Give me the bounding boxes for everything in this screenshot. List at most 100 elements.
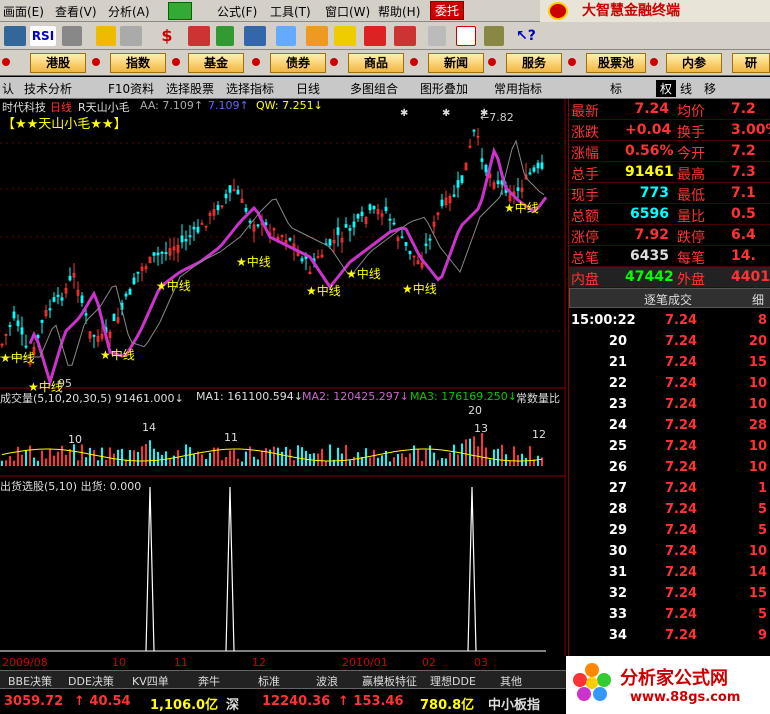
btab-kv[interactable]: KV四单 (132, 673, 169, 689)
signal-icon[interactable] (188, 26, 210, 46)
tick-row[interactable]: 25 7.24 10 (569, 436, 770, 457)
pin-icon[interactable] (276, 26, 296, 46)
nav-service[interactable]: 服务 (506, 53, 562, 73)
binocular-icon[interactable] (244, 26, 266, 46)
quote-value-right: 3.00% (731, 122, 770, 138)
time-label: 11 (174, 656, 188, 669)
tick-row[interactable]: 23 7.24 10 (569, 394, 770, 415)
tab-overlay[interactable]: 图形叠加 (420, 80, 468, 97)
volume-bar (381, 455, 383, 466)
volume-bar (393, 457, 395, 466)
tick-row[interactable]: 15:00:22 7.24 8 (569, 310, 770, 331)
nav-fund[interactable]: 基金 (188, 53, 244, 73)
volume-bar (437, 460, 439, 466)
candle-body (404, 242, 408, 246)
menu-window[interactable]: 窗口(W) (325, 3, 370, 20)
btab-bull[interactable]: 奔牛 (198, 673, 220, 689)
btab-standard[interactable]: 标准 (258, 673, 280, 689)
candle-body (300, 258, 304, 262)
monitor-icon[interactable] (4, 26, 26, 46)
tab-f10[interactable]: F10资料 (108, 80, 154, 97)
tab-mark[interactable]: 标 (610, 80, 622, 97)
tick-row[interactable]: 28 7.24 5 (569, 499, 770, 520)
flag-icon[interactable] (306, 26, 328, 46)
grid-icon[interactable] (62, 26, 82, 46)
sh-index-value: 3059.72 (4, 694, 64, 709)
tab-select-indicator[interactable]: 选择指标 (226, 80, 274, 97)
tick-row[interactable]: 20 7.24 20 (569, 331, 770, 352)
btab-wave[interactable]: 波浪 (316, 673, 338, 689)
chart-area[interactable]: ✱ ✱ ✱ 时代科技 日线 R天山小毛 AA: 7.109↑ 7.109↑ QW: … (0, 99, 566, 656)
peak-price-label: ←7.82 (480, 111, 514, 124)
aa-value: AA: 7.109↑ (140, 99, 204, 112)
menu-analysis[interactable]: 分析(A) (108, 3, 150, 20)
btab-ideal-dde[interactable]: 理想DDE (430, 673, 476, 689)
vol-mark: 10 (68, 433, 82, 446)
books-icon[interactable] (484, 26, 504, 46)
tick-row[interactable]: 30 7.24 10 (569, 541, 770, 562)
tick-row[interactable]: 26 7.24 10 (569, 457, 770, 478)
nav-news[interactable]: 新闻 (428, 53, 484, 73)
tab-line[interactable]: 线 (680, 80, 692, 97)
ruler-icon[interactable] (120, 26, 142, 46)
nav-research[interactable]: 研 (732, 53, 770, 73)
crosshair-icon[interactable] (96, 26, 116, 46)
tick-row[interactable]: 27 7.24 1 (569, 478, 770, 499)
car-icon[interactable] (394, 26, 416, 46)
nav-hk[interactable]: 港股 (30, 53, 86, 73)
nav-index[interactable]: 指数 (110, 53, 166, 73)
btab-bbe[interactable]: BBE决策 (8, 673, 52, 689)
tick-row[interactable]: 34 7.24 9 (569, 625, 770, 646)
diamond-icon[interactable] (334, 26, 356, 46)
window-icon[interactable] (456, 26, 476, 46)
tick-row[interactable]: 29 7.24 5 (569, 520, 770, 541)
tick-volume: 10 (748, 544, 767, 559)
menu-view[interactable]: 查看(V) (55, 3, 97, 20)
quote-value-right: 14. (731, 248, 756, 264)
tick-row[interactable]: 31 7.24 14 (569, 562, 770, 583)
signal-star-icon: ★中线 (156, 279, 191, 293)
menu-screen[interactable]: 画面(E) (3, 3, 44, 20)
rsi-button[interactable]: RSI (30, 26, 56, 46)
tab-rights[interactable]: 权 (656, 80, 677, 97)
tick-row[interactable]: 21 7.24 15 (569, 352, 770, 373)
tick-row[interactable]: 32 7.24 15 (569, 583, 770, 604)
volume-bar (485, 447, 487, 466)
volume-bar (13, 460, 15, 466)
bars-icon[interactable] (216, 26, 234, 46)
menu-formula[interactable]: 公式(F) (217, 3, 257, 20)
tick-volume: 15 (748, 586, 767, 601)
menu-help[interactable]: 帮助(H) (378, 3, 420, 20)
btab-other[interactable]: 其他 (500, 673, 522, 689)
tab-common-indicators[interactable]: 常用指标 (494, 80, 542, 97)
volume-bar (481, 433, 483, 466)
nav-stock-pool[interactable]: 股票池 (586, 53, 646, 73)
nav-insider[interactable]: 内参 (666, 53, 722, 73)
tab-technical[interactable]: 技术分析 (24, 80, 72, 97)
nav-commodity[interactable]: 商品 (348, 53, 404, 73)
tick-detail-tab[interactable]: 细 (752, 291, 764, 308)
tick-header[interactable]: 逐笔成交 细 (569, 288, 770, 308)
weituo-button[interactable]: 委托 (430, 1, 464, 20)
tab-confirm[interactable]: 认 (2, 80, 14, 97)
tab-select-stock[interactable]: 选择股票 (166, 80, 214, 97)
quote-label: 涨跌 (571, 125, 599, 141)
btab-dde[interactable]: DDE决策 (68, 673, 114, 689)
candle-body (216, 204, 220, 211)
tick-row[interactable]: 22 7.24 10 (569, 373, 770, 394)
btab-template[interactable]: 赢模板特征 (362, 673, 417, 689)
tab-multi-chart[interactable]: 多图组合 (350, 80, 398, 97)
tick-row[interactable]: 24 7.24 28 (569, 415, 770, 436)
tick-row[interactable]: 33 7.24 5 (569, 604, 770, 625)
indicator-tabs: BBE决策 DDE决策 KV四单 奔牛 标准 波浪 赢模板特征 理想DDE 其他 (0, 670, 566, 688)
tab-move[interactable]: 移 (704, 80, 716, 97)
print-icon[interactable] (428, 26, 446, 46)
help-cursor-icon[interactable]: ↖? (516, 26, 536, 46)
tab-daily[interactable]: 日线 (296, 80, 320, 97)
volume-bar (85, 457, 87, 466)
rocket-icon[interactable] (364, 26, 386, 46)
menu-tools[interactable]: 工具(T) (270, 3, 311, 20)
volume-bar (69, 448, 71, 466)
dollar-icon[interactable]: $ (158, 26, 176, 46)
nav-bond[interactable]: 债券 (270, 53, 326, 73)
